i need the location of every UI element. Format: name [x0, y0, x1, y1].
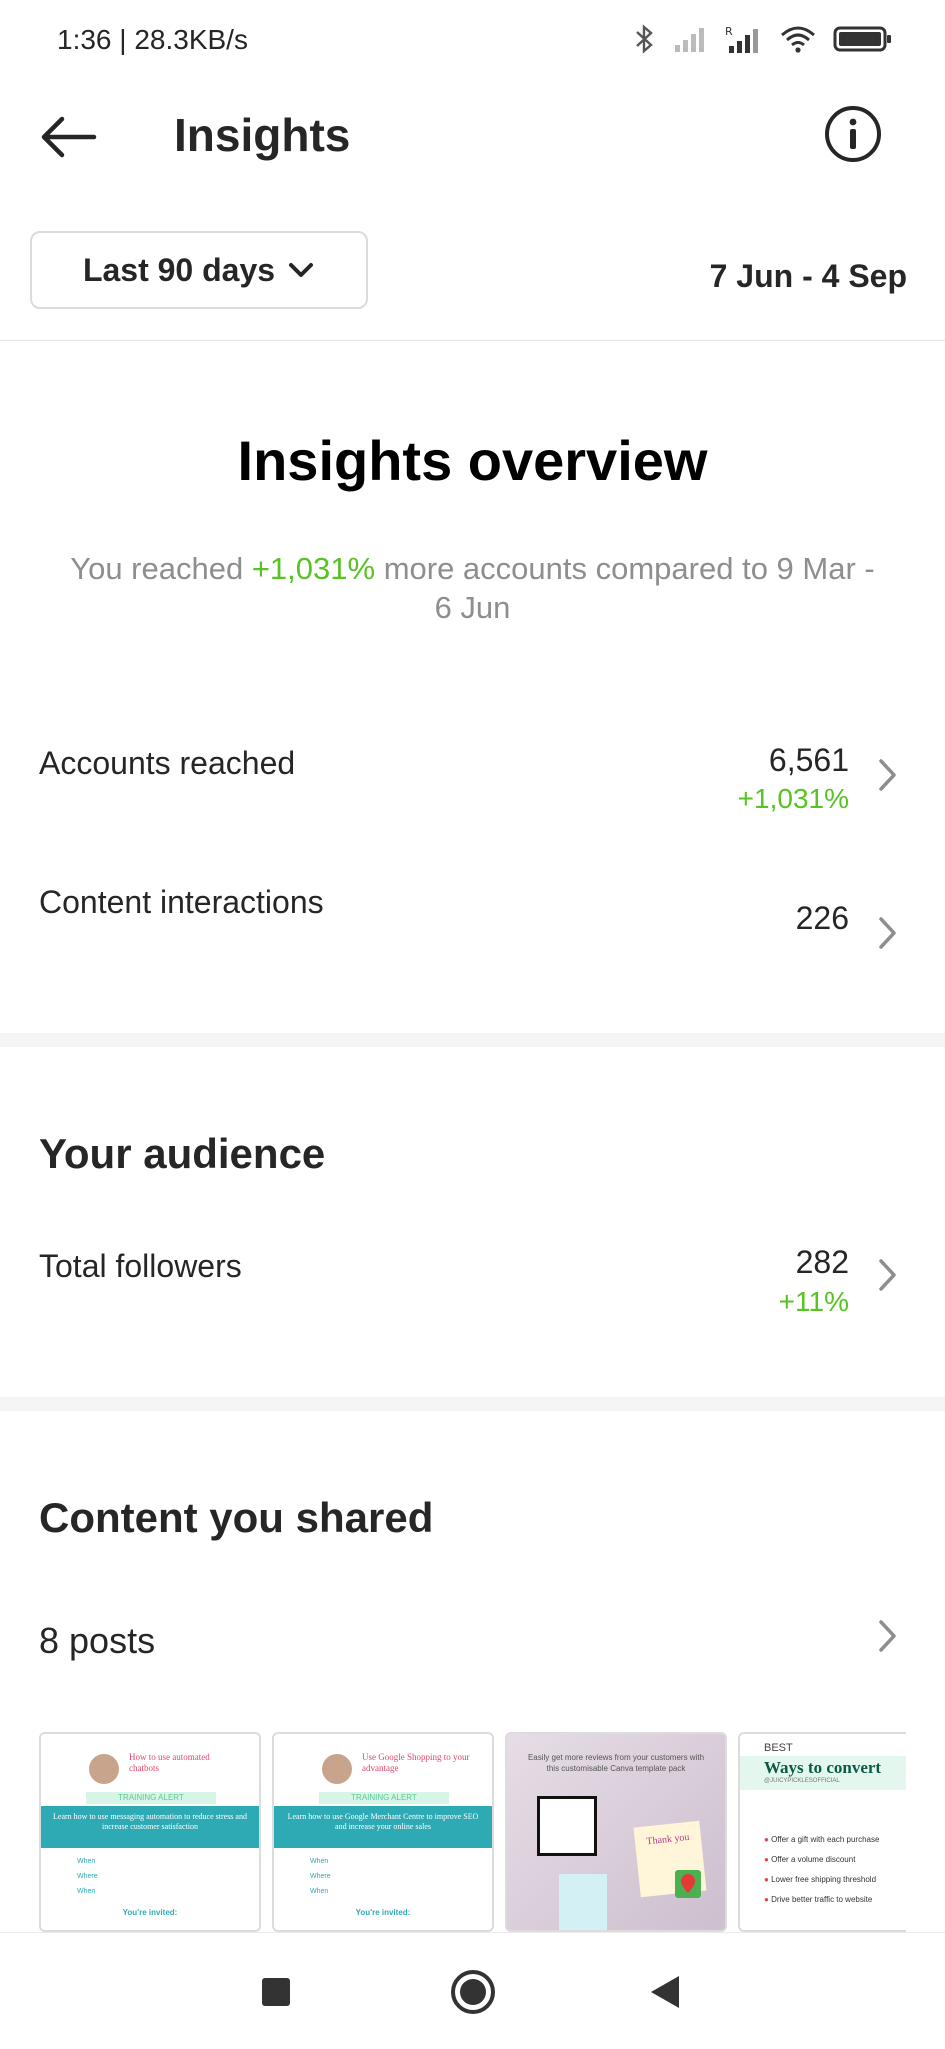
home-button[interactable] — [441, 1960, 505, 2024]
accounts-reached-delta: +1,031% — [737, 783, 849, 814]
thumbnail-footer: You're invited: — [122, 1908, 178, 1917]
signal-weak-icon — [675, 28, 704, 52]
accounts-reached-value: 6,561 — [768, 742, 849, 778]
thumbnail-detail: When — [77, 1858, 96, 1865]
thumbnail-detail: Where — [77, 1873, 98, 1880]
signal-roaming-icon: R — [725, 25, 758, 53]
thumbnail-banner: TRAINING ALERT — [86, 1792, 216, 1804]
divider — [0, 340, 945, 341]
date-range-dropdown[interactable]: Last 90 days — [30, 231, 368, 309]
content-interactions-row[interactable]: Content interactions 226 — [0, 870, 945, 980]
chevron-down-icon — [289, 263, 314, 277]
bluetooth-icon — [636, 24, 653, 54]
list-item: ● Offer a gift with each purchase — [764, 1830, 879, 1850]
chevron-right-icon — [879, 1259, 896, 1291]
posts-row[interactable]: 8 posts — [0, 1600, 945, 1680]
total-followers-value: 282 — [795, 1244, 849, 1280]
overview-summary: You reached +1,031% more accounts compar… — [70, 549, 875, 627]
status-time: 1:36 | 28.3KB/s — [57, 24, 248, 55]
thumbnail-footer: You're invited: — [355, 1908, 411, 1917]
chevron-right-icon — [879, 1620, 896, 1652]
thumbnail-heading: Ways to convert — [764, 1758, 882, 1777]
thumbnail-banner: TRAINING ALERT — [319, 1792, 449, 1804]
list-item-label: Offer a volume discount — [771, 1855, 856, 1864]
section-divider — [0, 1033, 945, 1047]
overview-summary-prefix: You reached — [70, 551, 252, 586]
back-button[interactable] — [36, 105, 100, 169]
avatar — [89, 1754, 119, 1784]
thumbnail-detail: When — [310, 1888, 329, 1895]
overview-title: Insights overview — [237, 429, 708, 492]
audience-section-title: Your audience — [39, 1130, 326, 1177]
check-icon: ● — [764, 1835, 769, 1844]
recents-button[interactable] — [244, 1960, 308, 2024]
total-followers-row[interactable]: Total followers 282 +11% — [0, 1230, 945, 1350]
accounts-reached-row[interactable]: Accounts reached 6,561 +1,031% — [0, 720, 945, 840]
list-item: ● Drive better traffic to website — [764, 1890, 879, 1910]
date-range-dropdown-label: Last 90 days — [82, 251, 276, 288]
chevron-right-icon — [879, 917, 896, 949]
overview-summary-suffix: more accounts compared to 9 Mar - 6 Jun — [375, 551, 875, 625]
svg-text:R: R — [725, 25, 733, 38]
check-icon: ● — [764, 1875, 769, 1884]
accounts-reached-label: Accounts reached — [39, 745, 296, 781]
thumbnail-detail: When — [310, 1858, 329, 1865]
list-item-label: Drive better traffic to website — [771, 1895, 873, 1904]
avatar — [322, 1754, 352, 1784]
total-followers-label: Total followers — [39, 1248, 242, 1284]
square-icon — [262, 1978, 290, 2006]
status-icons: R — [631, 24, 893, 54]
post-thumbnail-2[interactable]: Use Google Shopping to your advantage TR… — [272, 1732, 494, 1932]
arrow-left-icon — [41, 116, 97, 158]
content-interactions-value: 226 — [795, 900, 849, 936]
thumbnail-handle: @JUICYPICKLESOFFICIAL — [764, 1778, 840, 1784]
circle-icon — [451, 1970, 495, 2014]
wifi-icon — [781, 26, 815, 53]
thumbnail-detail: When — [77, 1888, 96, 1895]
list-item: ● Offer a volume discount — [764, 1850, 879, 1870]
thumbnail-heading: Easily get more reviews from your custom… — [527, 1753, 705, 1773]
thumbnail-card — [559, 1874, 607, 1930]
thumbnail-heading: Use Google Shopping to your advantage — [362, 1752, 470, 1773]
thumbnail-body: Learn how to use Google Merchant Centre … — [274, 1806, 492, 1848]
thumbnail-tag: BEST — [764, 1742, 793, 1754]
overview-summary-highlight: +1,031% — [251, 551, 376, 586]
date-range-text: 7 Jun - 4 Sep — [709, 258, 907, 294]
posts-count-label: 8 posts — [39, 1620, 156, 1661]
check-icon: ● — [764, 1895, 769, 1904]
battery-icon — [833, 26, 891, 52]
section-divider — [0, 1397, 945, 1411]
list-item: ● Lower free shipping threshold — [764, 1870, 879, 1890]
thumbnail-card — [537, 1796, 597, 1856]
page-title: Insights — [174, 109, 351, 161]
info-icon — [825, 106, 881, 162]
thumbnail-detail: Where — [310, 1873, 331, 1880]
check-icon: ● — [764, 1855, 769, 1864]
thumbnail-body: Learn how to use messaging automation to… — [41, 1806, 259, 1848]
post-thumbnail-4[interactable]: BEST Ways to convert @JUICYPICKLESOFFICI… — [738, 1732, 906, 1932]
post-thumbnail-1[interactable]: How to use automated chatbots TRAINING A… — [39, 1732, 261, 1932]
map-pin-icon — [675, 1870, 701, 1898]
info-button[interactable] — [823, 104, 883, 164]
triangle-back-icon — [651, 1976, 679, 2008]
thumbnail-details: When Where When — [77, 1854, 98, 1899]
list-item-label: Offer a gift with each purchase — [771, 1835, 880, 1844]
thumbnail-list: ● Offer a gift with each purchase ● Offe… — [764, 1830, 879, 1910]
list-item-label: Lower free shipping threshold — [771, 1875, 877, 1884]
content-interactions-label: Content interactions — [39, 884, 324, 920]
chevron-right-icon — [879, 759, 896, 791]
total-followers-delta: +11% — [778, 1286, 849, 1317]
thumbnail-details: When Where When — [310, 1854, 331, 1899]
back-nav-button[interactable] — [632, 1960, 696, 2024]
post-thumbnail-3[interactable]: Easily get more reviews from your custom… — [505, 1732, 727, 1932]
content-section-title: Content you shared — [39, 1494, 434, 1541]
thumbnail-heading: How to use automated chatbots — [129, 1752, 210, 1773]
